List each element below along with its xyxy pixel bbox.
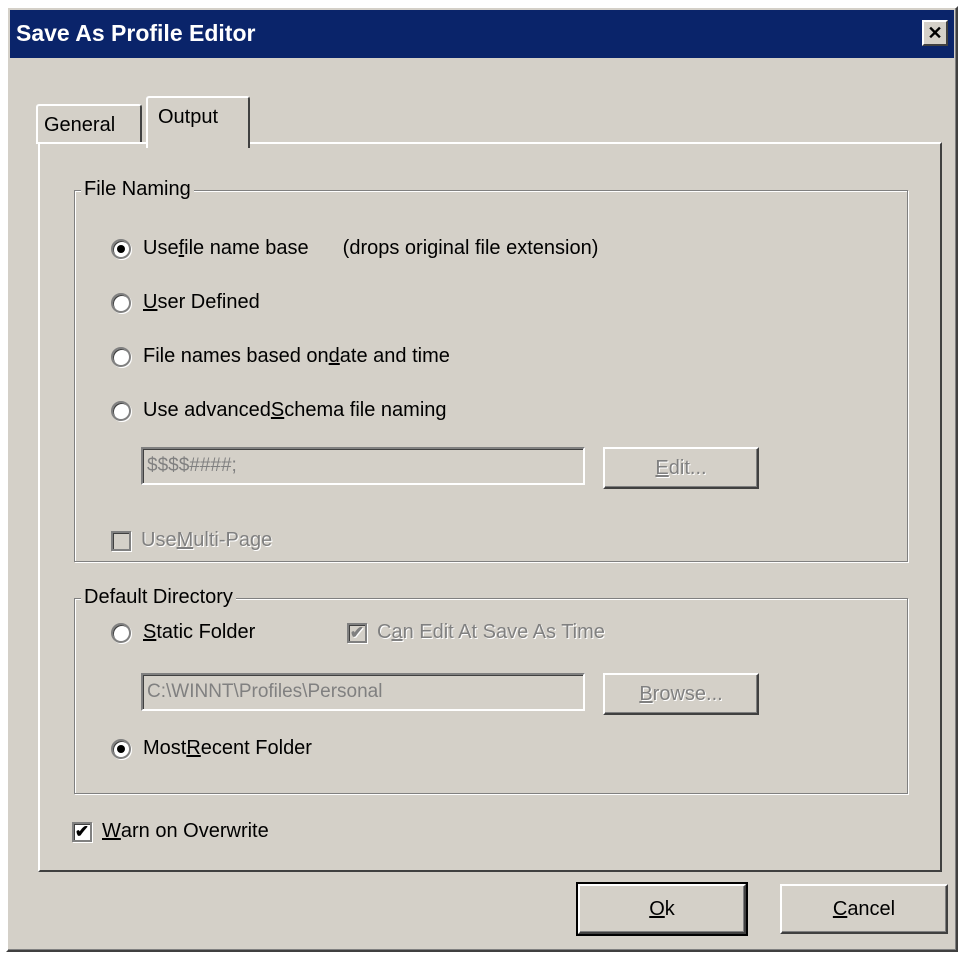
tab-output[interactable]: Output — [146, 96, 250, 148]
checkbox-can-edit-at-save[interactable]: ✔ Can Edit At Save As Time — [347, 621, 605, 644]
folder-path-input[interactable]: C:\WINNT\Profiles\Personal — [141, 673, 585, 711]
title-bar[interactable]: Save As Profile Editor ✕ — [10, 10, 954, 58]
checkbox-multipage[interactable]: Use Multi-Page — [111, 529, 272, 552]
radio-advanced-schema[interactable]: Use advanced Schema file naming — [111, 399, 447, 422]
browse-button[interactable]: Browse... — [603, 673, 759, 715]
tab-output-label: Output — [158, 106, 219, 128]
radio-button[interactable] — [111, 346, 131, 367]
default-directory-group: Default Directory Static Folder ✔ Can Ed… — [74, 586, 908, 794]
checkbox[interactable]: ✔ — [72, 821, 92, 842]
file-naming-legend: File Naming — [81, 178, 194, 201]
ok-button[interactable]: Ok — [576, 882, 748, 936]
checkbox-warn-on-overwrite[interactable]: ✔ Warn on Overwrite — [72, 820, 269, 843]
checkbox[interactable] — [111, 530, 131, 551]
radio-button[interactable] — [111, 238, 131, 259]
radio-file-name-base[interactable]: Use f ile name base (drops original file … — [111, 237, 598, 260]
tab-general[interactable]: General — [36, 104, 142, 144]
default-directory-legend: Default Directory — [81, 586, 236, 609]
radio-static-folder[interactable]: Static Folder — [111, 621, 255, 644]
checkbox[interactable]: ✔ — [347, 622, 367, 643]
close-icon[interactable]: ✕ — [922, 20, 948, 46]
save-as-profile-editor-dialog: Save As Profile Editor ✕ General Output … — [6, 6, 958, 952]
radio-most-recent-folder[interactable]: Most Recent Folder — [111, 737, 312, 760]
radio-button[interactable] — [111, 292, 131, 313]
output-tab-panel: File Naming Use f ile name base (drops or… — [38, 142, 942, 872]
radio-date-time[interactable]: File names based on d ate and time — [111, 345, 450, 368]
cancel-button[interactable]: Cancel — [780, 884, 948, 934]
radio-button[interactable] — [111, 400, 131, 421]
tab-general-label: General — [44, 114, 116, 136]
radio-button[interactable] — [111, 622, 131, 643]
schema-input[interactable]: $$$$####; — [141, 447, 585, 485]
radio-button[interactable] — [111, 738, 131, 759]
edit-button[interactable]: Edit... — [603, 447, 759, 489]
file-name-base-note: (drops original file extension) — [342, 237, 599, 259]
radio-user-defined[interactable]: User Defined — [111, 291, 260, 314]
window-title: Save As Profile Editor — [16, 20, 256, 46]
file-naming-group: File Naming Use f ile name base (drops or… — [74, 178, 908, 562]
